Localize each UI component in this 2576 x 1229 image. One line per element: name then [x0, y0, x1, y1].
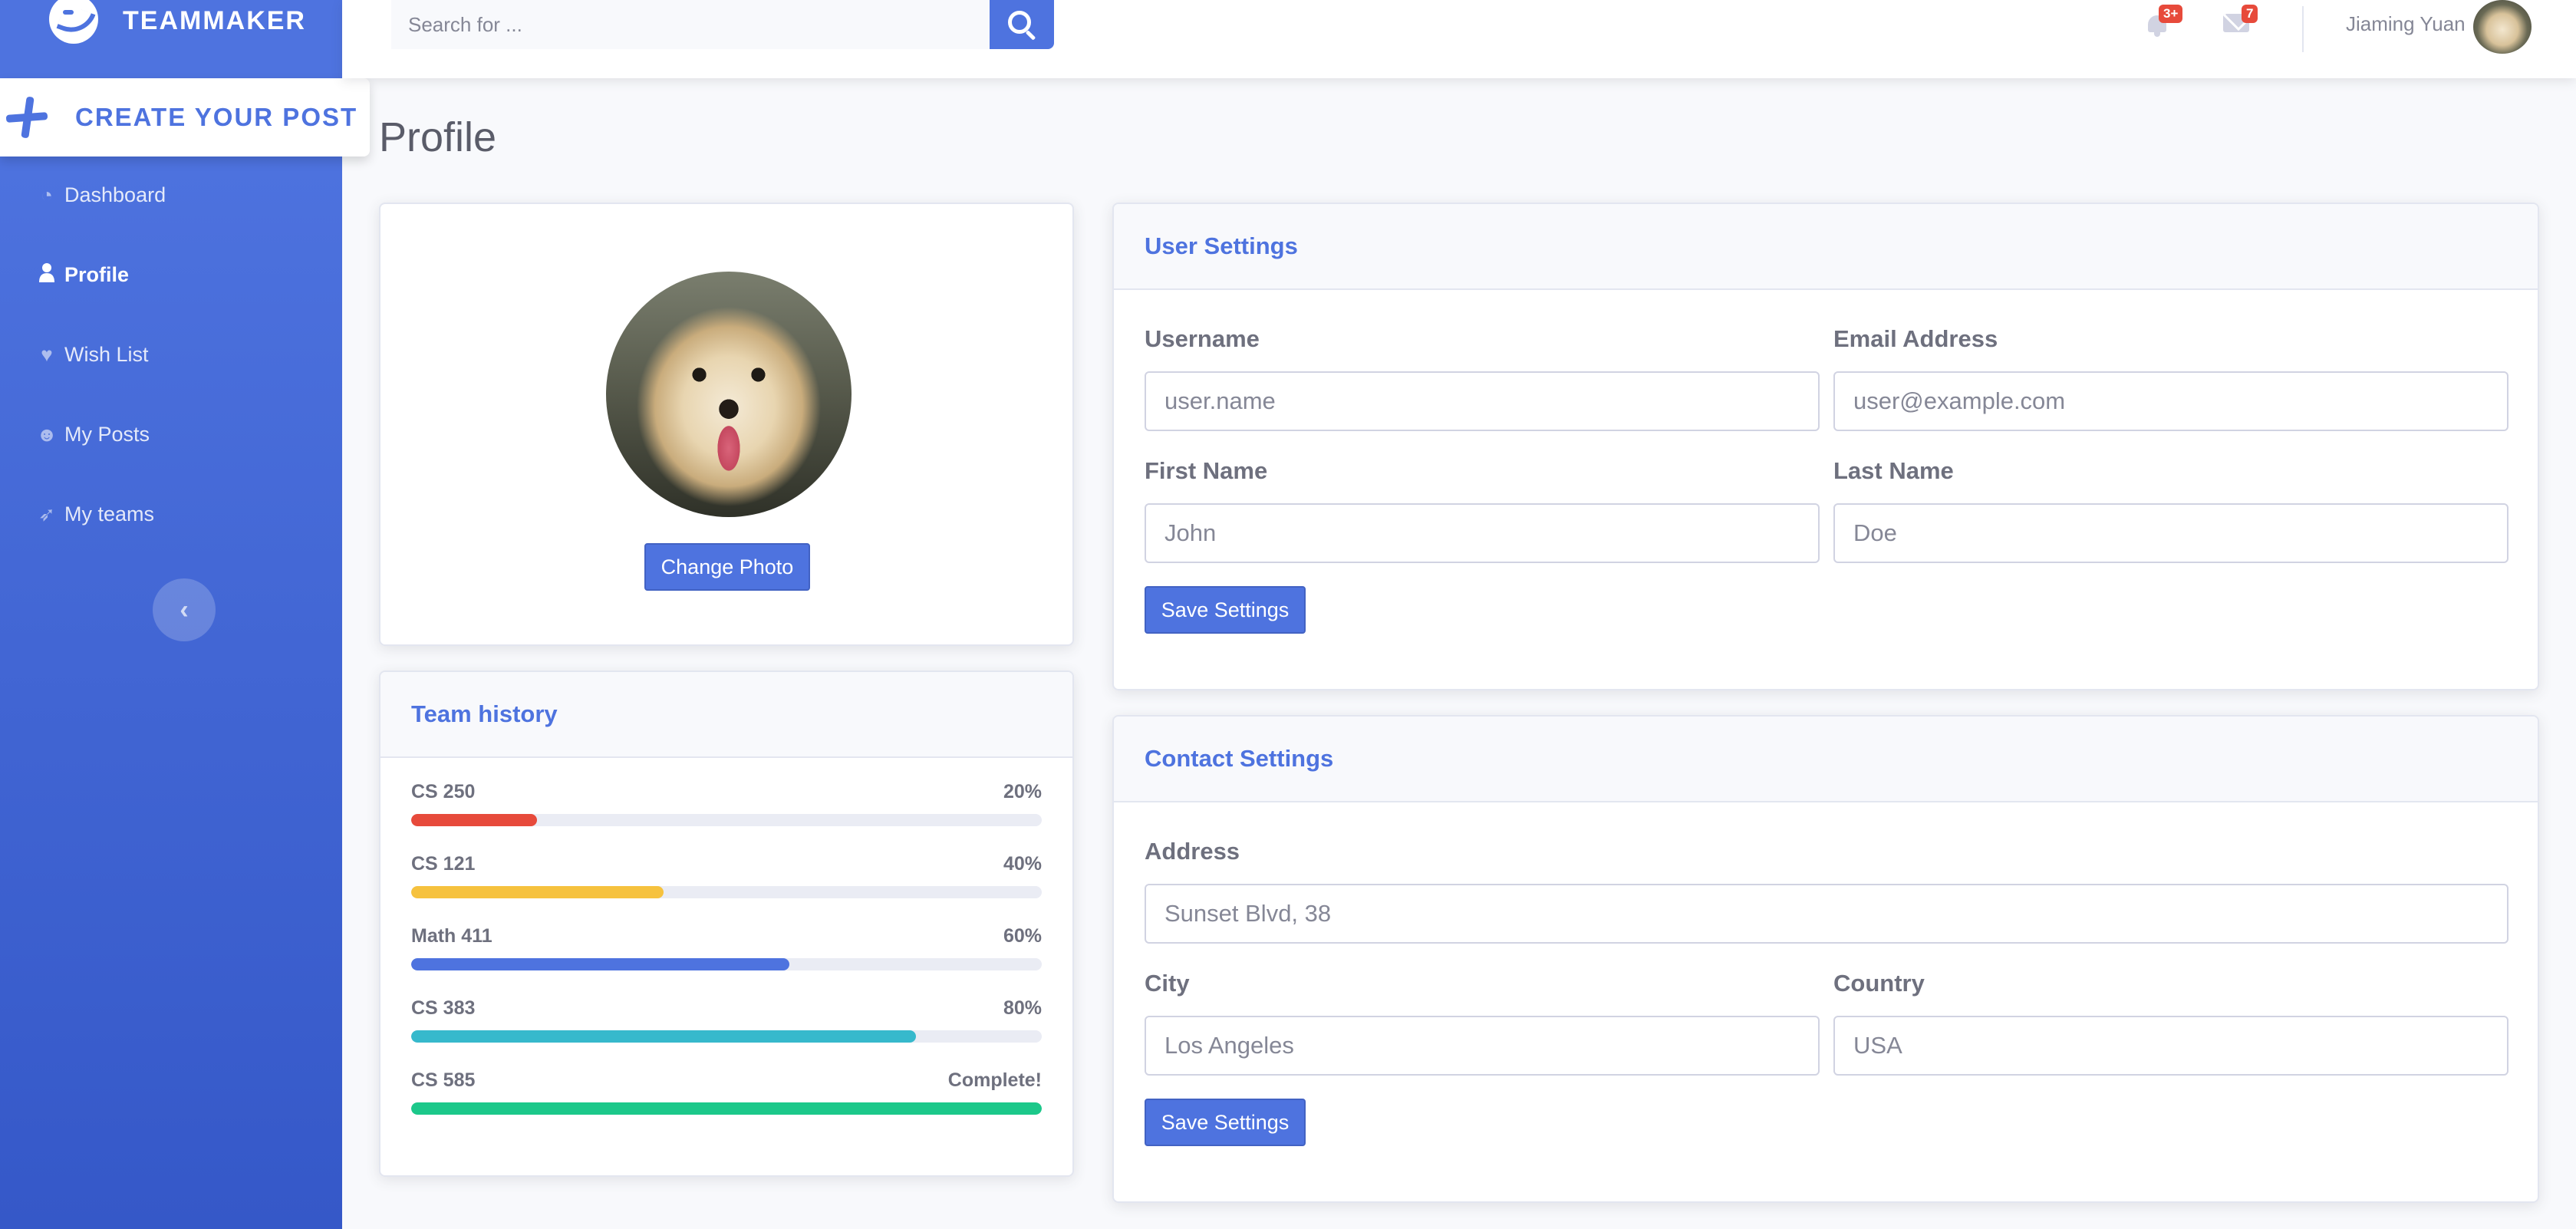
sidebar-item-wish-list[interactable]: ♥ Wish List [35, 331, 149, 377]
save-contact-settings-button[interactable]: Save Settings [1145, 1099, 1306, 1146]
team-history-title: Team history [380, 672, 1072, 758]
profile-photo [606, 272, 852, 517]
user-settings-title: User Settings [1114, 204, 2538, 290]
progress-value: 40% [1003, 853, 1042, 875]
sidebar-item-my-teams[interactable]: ➶ My teams [35, 491, 154, 537]
progress-value: 80% [1003, 997, 1042, 1019]
progress-item: CS 250 20% [411, 781, 1042, 826]
email-label: Email Address [1833, 325, 1998, 352]
topbar-divider [2302, 6, 2304, 52]
contact-settings-title: Contact Settings [1114, 717, 2538, 802]
tachometer-icon: ◔ [41, 183, 53, 206]
brand-name: TEAMMAKER [123, 5, 306, 35]
email-field[interactable] [1833, 371, 2508, 431]
last-name-field[interactable] [1833, 503, 2508, 563]
search-button[interactable] [990, 0, 1054, 49]
progress-name: CS 585 [411, 1069, 476, 1091]
address-label: Address [1145, 838, 1240, 865]
username-field[interactable] [1145, 371, 1820, 431]
save-user-settings-button[interactable]: Save Settings [1145, 586, 1306, 634]
sidebar-item-label: My teams [64, 502, 155, 526]
profile-photo-card: Change Photo [379, 203, 1074, 646]
progress-track [411, 1102, 1042, 1115]
first-name-field[interactable] [1145, 503, 1820, 563]
sidebar-item-label: My Posts [64, 422, 150, 446]
city-field[interactable] [1145, 1016, 1820, 1076]
messages-badge: 7 [2242, 5, 2258, 23]
user-circle-icon: ☻ [36, 422, 58, 446]
sidebar-item-label: Wish List [64, 342, 149, 366]
progress-track [411, 814, 1042, 826]
address-field[interactable] [1145, 884, 2508, 944]
progress-item: Math 411 60% [411, 925, 1042, 970]
city-label: City [1145, 970, 1190, 997]
change-photo-button[interactable]: Change Photo [644, 543, 810, 591]
username-label: Username [1145, 325, 1260, 352]
sidebar-toggle-button[interactable]: ‹ [153, 578, 216, 641]
progress-track [411, 1030, 1042, 1043]
progress-fill [411, 1030, 916, 1043]
plus-icon [5, 95, 49, 140]
progress-value: Complete! [947, 1069, 1042, 1091]
alerts-badge: 3+ [2159, 5, 2183, 23]
last-name-label: Last Name [1833, 457, 1954, 484]
progress-fill [411, 814, 538, 826]
progress-name: Math 411 [411, 925, 492, 947]
progress-name: CS 121 [411, 853, 476, 875]
team-history-card: Team history CS 250 20% CS 121 40% Math … [379, 671, 1074, 1177]
progress-name: CS 250 [411, 781, 476, 802]
progress-track [411, 958, 1042, 970]
progress-name: CS 383 [411, 997, 476, 1019]
progress-value: 20% [1003, 781, 1042, 802]
progress-item: CS 121 40% [411, 853, 1042, 898]
sidebar-item-label: Profile [64, 262, 130, 286]
search-icon [1008, 11, 1031, 34]
country-field[interactable] [1833, 1016, 2508, 1076]
progress-fill [411, 886, 664, 898]
create-post-button[interactable]: CREATE YOUR POST [0, 78, 370, 157]
search-input[interactable] [391, 0, 940, 49]
topbar: 3+ 7 Jiaming Yuan [342, 0, 2576, 78]
progress-item: CS 585 Complete! [411, 1069, 1042, 1115]
search-bar [391, 0, 1054, 49]
progress-fill [411, 958, 790, 970]
contact-settings-card: Contact Settings Address City Country Sa… [1112, 715, 2539, 1203]
rocket-icon: ➶ [38, 502, 55, 526]
sidebar: TEAMMAKER CREATE YOUR POST ◔ Dashboard P… [0, 0, 370, 1229]
user-name[interactable]: Jiaming Yuan [2346, 12, 2466, 36]
create-post-label: CREATE YOUR POST [75, 103, 358, 131]
user-avatar[interactable] [2473, 0, 2532, 54]
user-settings-card: User Settings Username Email Address Fir… [1112, 203, 2539, 690]
first-name-label: First Name [1145, 457, 1268, 484]
brand[interactable]: TEAMMAKER [0, 0, 342, 48]
country-label: Country [1833, 970, 1925, 997]
heart-icon: ♥ [41, 342, 53, 366]
user-icon [35, 262, 58, 288]
progress-track [411, 886, 1042, 898]
progress-value: 60% [1003, 925, 1042, 947]
chevron-left-icon: ‹ [180, 595, 189, 624]
progress-item: CS 383 80% [411, 997, 1042, 1043]
sidebar-item-profile[interactable]: Profile [35, 252, 129, 298]
sidebar-item-dashboard[interactable]: ◔ Dashboard [35, 172, 166, 218]
page-title: Profile [379, 114, 497, 160]
sidebar-item-label: Dashboard [64, 183, 166, 206]
smiley-logo-icon [49, 0, 98, 44]
progress-fill [411, 1102, 1042, 1115]
sidebar-item-my-posts[interactable]: ☻ My Posts [35, 411, 150, 457]
